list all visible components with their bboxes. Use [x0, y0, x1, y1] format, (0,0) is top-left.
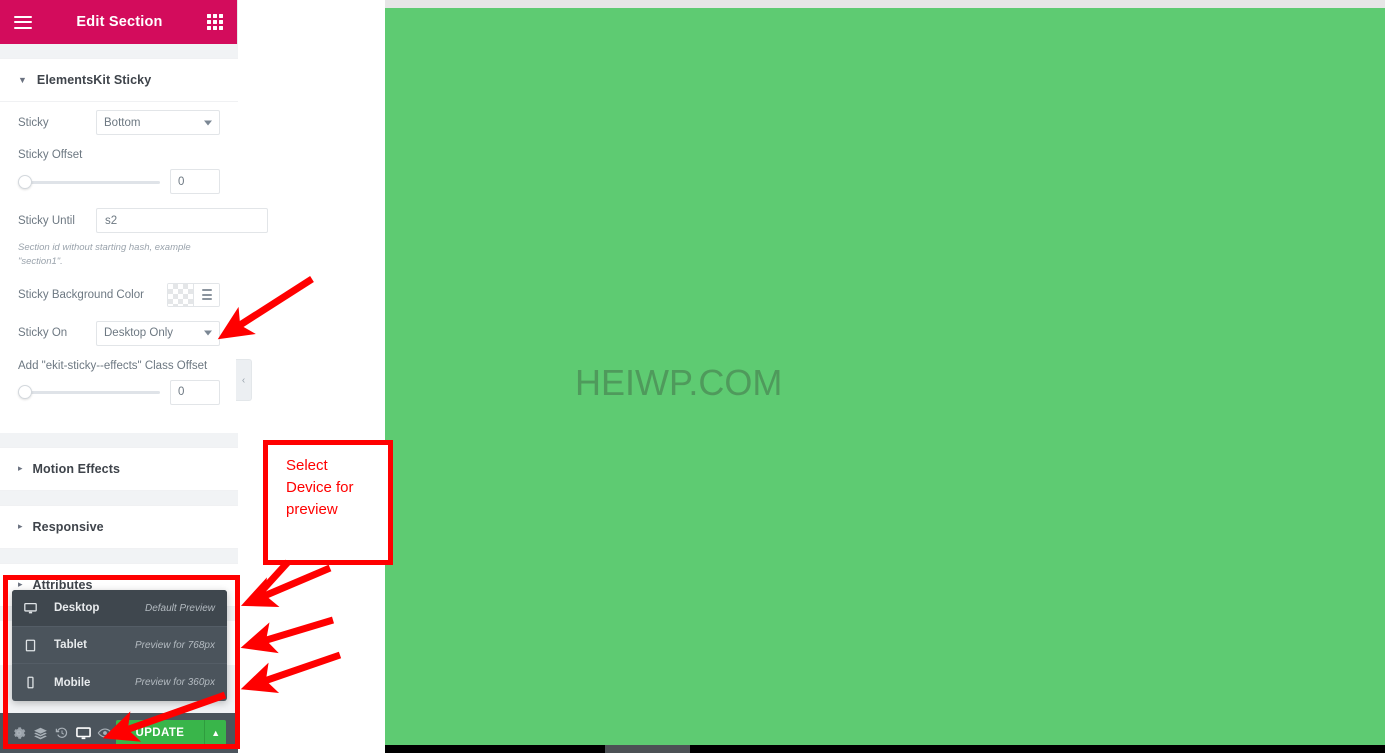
panel-collapse-handle[interactable]: ‹: [236, 359, 252, 401]
control-label-sticky-offset: Sticky Offset: [18, 149, 83, 161]
panel-spacer: [0, 44, 238, 58]
elementskit-sticky-controls: Sticky Bottom Sticky Offset 0 Sticky Unt…: [0, 102, 268, 433]
section-header-motion-effects[interactable]: ▸ Motion Effects: [0, 446, 238, 491]
control-label-sticky-background-color: Sticky Background Color: [18, 288, 144, 301]
horizontal-scrollbar-thumb[interactable]: [605, 745, 690, 753]
sticky-on-select[interactable]: Desktop Only: [96, 320, 220, 346]
annotation-line: Select: [286, 457, 328, 474]
panel-header: Edit Section: [0, 0, 237, 44]
chevron-right-icon: ▸: [18, 521, 23, 532]
device-preview-popup: Desktop Default Preview Tablet Preview f…: [12, 590, 227, 701]
callout-tail: [255, 559, 291, 598]
editor-panel: Edit Section ▼ ElementsKit Sticky Sticky: [0, 0, 268, 753]
panel-spacer: [0, 548, 238, 563]
section-title: Motion Effects: [32, 461, 121, 476]
sticky-offset-slider[interactable]: [18, 174, 160, 190]
control-sticky-offset: [18, 169, 220, 194]
control-class-offset: [18, 379, 220, 405]
chevron-down-icon: ▼: [18, 74, 27, 85]
arrow-to-desktop: [240, 564, 332, 607]
annotation-callout: Select Device for preview: [263, 440, 393, 565]
control-label-sticky-until: Sticky Until: [18, 214, 75, 227]
annotation-line: Device for: [286, 478, 354, 496]
slider-track: [24, 180, 160, 184]
device-label: Mobile: [54, 676, 91, 689]
section-title: ElementsKit Sticky: [36, 73, 152, 87]
device-note: Preview for 360px: [134, 677, 215, 688]
sticky-select[interactable]: Bottom: [96, 110, 220, 135]
control-sticky-until: Sticky Until: [18, 208, 268, 233]
slider-track: [24, 391, 160, 395]
sticky-select-wrap: Bottom: [96, 110, 220, 135]
grid-icon[interactable]: [207, 14, 223, 30]
desktop-icon: [24, 602, 44, 615]
device-label: Tablet: [54, 639, 88, 651]
arrow-to-mobile: [240, 651, 342, 694]
section-header-elementskit-sticky[interactable]: ▼ ElementsKit Sticky: [0, 58, 238, 102]
sticky-until-input[interactable]: [96, 208, 268, 233]
device-option-tablet[interactable]: Tablet Preview for 768px: [12, 627, 227, 664]
slider-handle[interactable]: [18, 174, 32, 189]
sticky-offset-input[interactable]: [170, 169, 220, 194]
mobile-icon: [24, 676, 44, 689]
control-sticky-background-color: Sticky Background Color: [18, 282, 220, 307]
canvas-top-gutter: [385, 0, 1385, 8]
update-options-caret-icon[interactable]: ▲: [204, 719, 226, 747]
device-note: Preview for 768px: [134, 639, 215, 651]
section-responsive: ▸ Responsive: [0, 504, 238, 549]
device-label: Desktop: [54, 602, 100, 614]
section-header-responsive[interactable]: ▸ Responsive: [0, 504, 238, 549]
update-button[interactable]: UPDATE: [115, 719, 205, 747]
navigator-layers-icon[interactable]: [30, 720, 52, 746]
horizontal-scrollbar-track[interactable]: [385, 745, 1385, 753]
hamburger-icon[interactable]: [14, 15, 32, 29]
color-swatch-transparent[interactable]: [168, 283, 193, 306]
section-title: Responsive: [32, 519, 104, 534]
device-option-mobile[interactable]: Mobile Preview for 360px: [12, 664, 227, 701]
sticky-until-hint: Section id without starting hash, exampl…: [18, 242, 191, 267]
control-sticky-on: Sticky On Desktop Only: [18, 320, 220, 346]
panel-spacer: [0, 490, 238, 505]
slider-handle[interactable]: [18, 385, 32, 400]
tablet-icon: [24, 639, 44, 652]
preview-canvas[interactable]: HEIWP.COM: [385, 8, 1385, 745]
color-presets-button[interactable]: [194, 283, 219, 306]
sticky-on-select-wrap: Desktop Only: [96, 320, 220, 346]
screen-root: HEIWP.COM Edit Section ▼ ElementsKit Sti…: [0, 0, 1385, 753]
responsive-mode-icon[interactable]: [73, 720, 95, 746]
stack-icon: [201, 289, 212, 301]
control-label-sticky-on: Sticky On: [18, 327, 68, 340]
settings-gear-icon[interactable]: [8, 720, 30, 746]
panel-footer-toolbar: UPDATE ▲: [0, 713, 238, 753]
control-label-class-offset: Add "ekit-sticky--effects" Class Offset: [18, 359, 208, 372]
preview-eye-icon[interactable]: [94, 720, 116, 746]
class-offset-slider[interactable]: [18, 384, 160, 400]
control-sticky: Sticky Bottom: [18, 110, 220, 135]
class-offset-input[interactable]: [170, 379, 220, 405]
device-option-desktop[interactable]: Desktop Default Preview: [12, 590, 227, 627]
color-picker-group: [167, 282, 220, 307]
panel-spacer: [0, 432, 238, 447]
arrow-to-tablet: [240, 616, 335, 654]
watermark-text: HEIWP.COM: [575, 362, 783, 403]
history-icon[interactable]: [51, 720, 73, 746]
chevron-right-icon: ▸: [18, 579, 23, 590]
device-note: Default Preview: [144, 602, 215, 614]
page-title: Edit Section: [76, 14, 163, 30]
section-elementskit-sticky: ▼ ElementsKit Sticky Sticky Bottom Stick…: [0, 58, 268, 433]
control-label-sticky: Sticky: [18, 116, 49, 129]
arrow-to-sticky-on: [217, 276, 314, 340]
annotation-line: preview: [286, 500, 338, 518]
chevron-right-icon: ▸: [18, 463, 23, 474]
section-motion-effects: ▸ Motion Effects: [0, 446, 238, 491]
